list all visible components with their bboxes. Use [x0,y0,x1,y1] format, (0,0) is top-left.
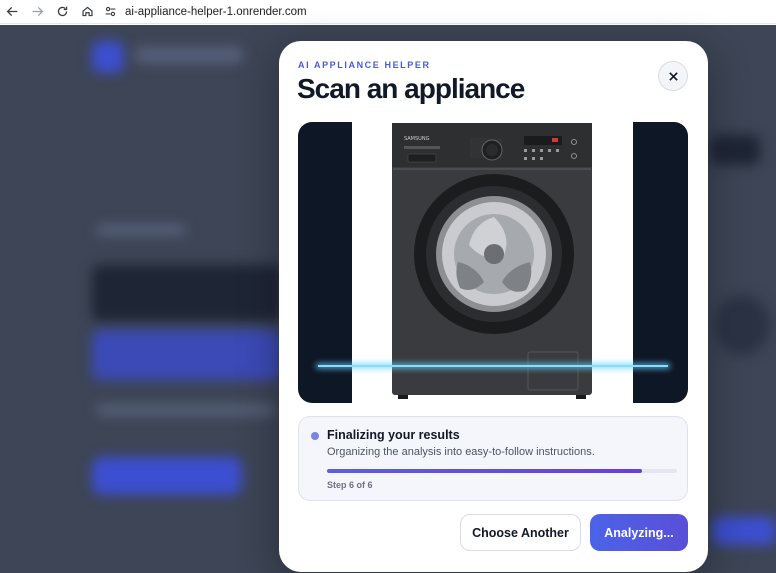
scan-preview: SAMSUNG [298,122,688,403]
forward-arrow-icon [32,6,44,17]
back-button[interactable] [0,2,25,22]
reload-button[interactable] [50,2,75,22]
modal-eyebrow: AI APPLIANCE HELPER [298,60,431,70]
home-icon [82,6,93,17]
status-description: Organizing the analysis into easy-to-fol… [327,446,595,458]
progress-fill [327,469,642,473]
forward-button[interactable] [25,2,50,22]
analyzing-button[interactable]: Analyzing... [590,514,688,551]
step-label: Step 6 of 6 [327,480,373,490]
url-text[interactable]: ai-appliance-helper-1.onrender.com [125,6,307,18]
home-button[interactable] [75,2,100,22]
browser-toolbar: ai-appliance-helper-1.onrender.com [0,0,776,24]
close-button[interactable] [658,61,688,91]
scan-line [318,365,668,367]
scan-modal: AI APPLIANCE HELPER Scan an appliance SA… [279,41,708,572]
progress-bar [327,469,677,473]
appliance-photo: SAMSUNG [352,122,633,403]
address-bar[interactable]: ai-appliance-helper-1.onrender.com [104,5,307,18]
choose-another-button[interactable]: Choose Another [460,514,581,551]
reload-icon [57,6,68,17]
close-icon [668,71,678,81]
status-indicator-icon [311,432,319,440]
status-title: Finalizing your results [327,428,460,442]
status-card: Finalizing your results Organizing the a… [298,416,688,501]
back-arrow-icon [6,6,18,17]
modal-title: Scan an appliance [297,73,525,104]
svg-text:SAMSUNG: SAMSUNG [404,136,430,142]
site-settings-icon[interactable] [104,5,117,18]
washing-machine-image: SAMSUNG [392,123,592,399]
